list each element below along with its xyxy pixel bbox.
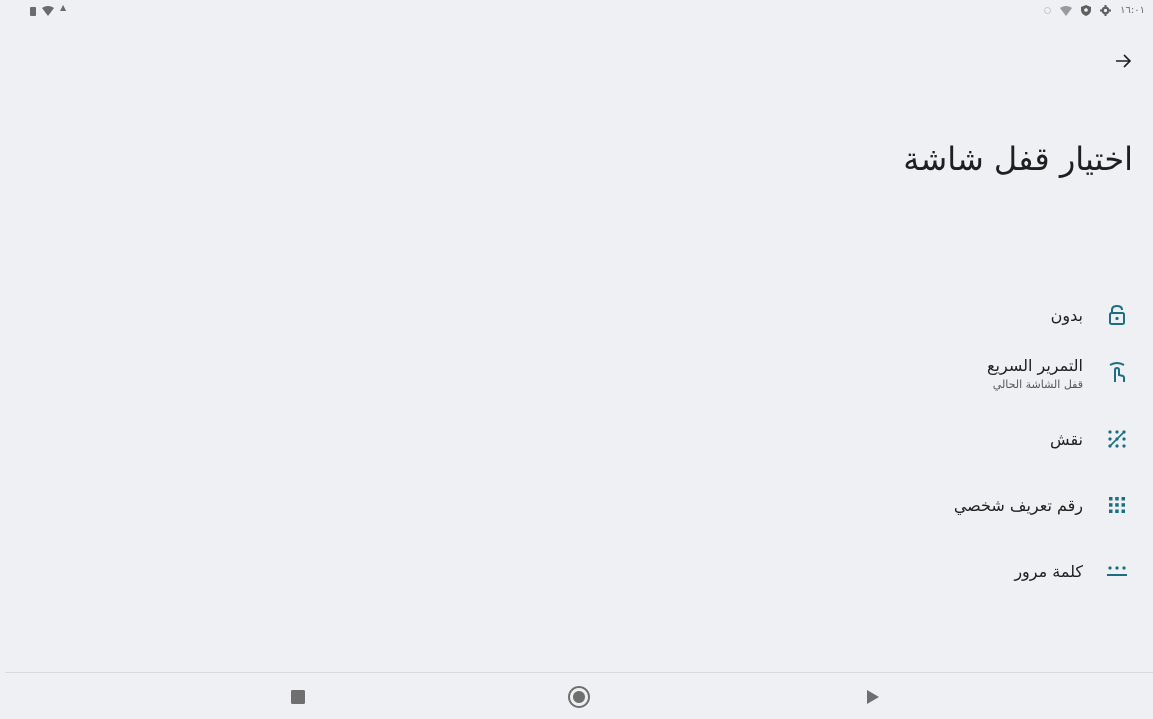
page-title: اختيار قفل شاشة xyxy=(903,140,1133,178)
wifi-icon xyxy=(1060,5,1073,16)
option-label: التمرير السريع xyxy=(987,355,1083,375)
navigation-bar xyxy=(5,672,1153,719)
back-icon xyxy=(867,690,879,704)
password-icon xyxy=(1101,555,1133,587)
notification-icon: ▲ xyxy=(60,3,67,12)
option-label: بدون xyxy=(1050,305,1083,325)
option-pattern[interactable]: نقش xyxy=(533,406,1133,472)
status-left-icons: ▲ xyxy=(30,3,66,16)
arrow-back-icon xyxy=(1116,54,1132,68)
settings-icon xyxy=(1100,5,1112,16)
home-button[interactable] xyxy=(563,681,595,713)
option-none[interactable]: بدون xyxy=(533,290,1133,340)
wifi-alert-icon xyxy=(42,6,54,16)
option-label: كلمة مرور xyxy=(1014,561,1083,581)
back-button[interactable] xyxy=(1109,46,1139,76)
option-label: نقش xyxy=(1050,429,1083,449)
recents-icon xyxy=(291,690,305,704)
option-swipe[interactable]: التمرير السريع قفل الشاشة الحالي xyxy=(533,340,1133,406)
lock-options-list: بدون التمرير السريع قفل الشاشة الحالي نق… xyxy=(533,290,1133,604)
home-icon xyxy=(568,686,590,708)
swipe-icon xyxy=(1101,357,1133,389)
battery-icon xyxy=(30,6,36,16)
option-sublabel: قفل الشاشة الحالي xyxy=(992,377,1083,391)
status-right-icons: ١٦:٠١ xyxy=(1044,5,1145,16)
option-password[interactable]: كلمة مرور xyxy=(533,538,1133,604)
status-bar: ▲ ١٦:٠١ xyxy=(0,0,1153,26)
pin-icon xyxy=(1101,489,1133,521)
unlock-icon xyxy=(1101,299,1133,331)
option-pin[interactable]: رقم تعريف شخصي xyxy=(533,472,1133,538)
vpn-shield-icon xyxy=(1081,5,1092,16)
recents-button[interactable] xyxy=(282,681,314,713)
option-label: رقم تعريف شخصي xyxy=(953,495,1083,515)
data-saver-icon xyxy=(1044,7,1052,14)
status-clock: ١٦:٠١ xyxy=(1120,5,1145,16)
back-nav-button[interactable] xyxy=(857,681,889,713)
pattern-icon xyxy=(1101,423,1133,455)
